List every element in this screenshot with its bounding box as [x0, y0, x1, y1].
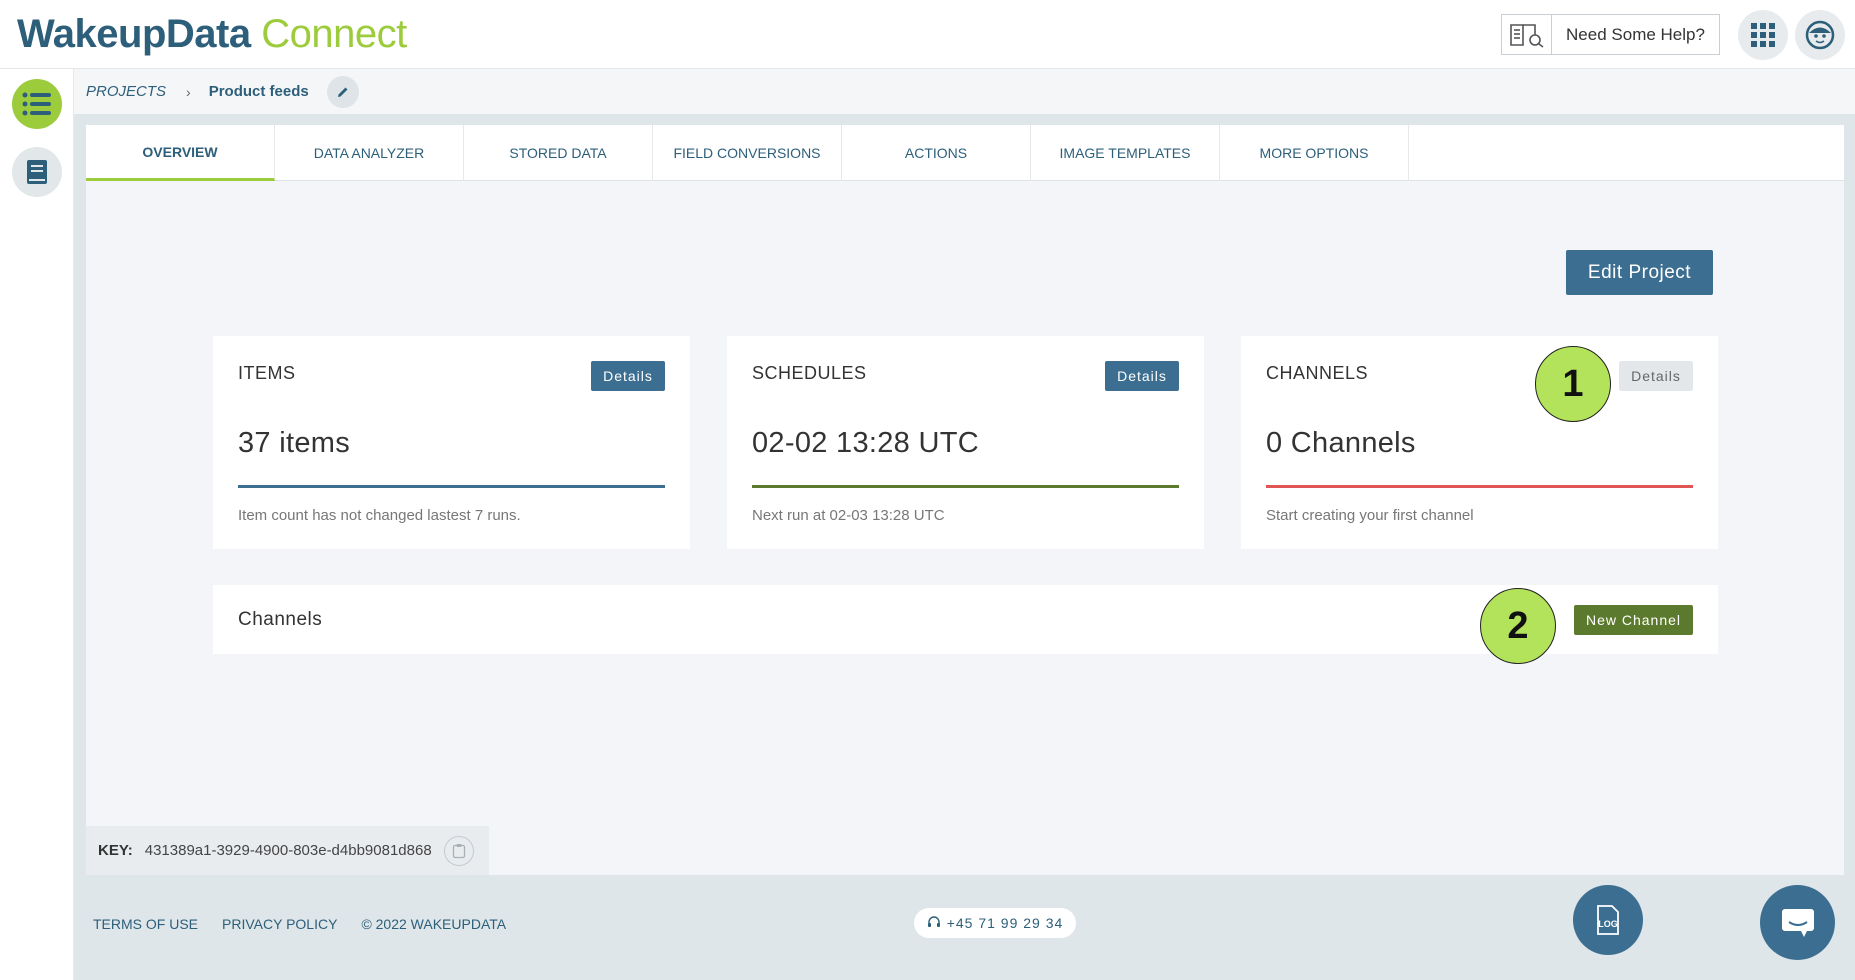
help-label: Need Some Help?	[1566, 24, 1705, 44]
logo-wakeupdata: WakeupData	[17, 12, 251, 56]
channels-section-title: Channels	[238, 609, 323, 630]
headset-icon	[927, 916, 940, 927]
logo[interactable]: WakeupData Connect	[17, 12, 407, 57]
schedules-last-run: 02-02 13:28 UTC	[752, 427, 979, 459]
new-channel-button[interactable]: New Channel	[1574, 605, 1693, 635]
annotation-marker-2: 2	[1480, 588, 1556, 664]
schedules-card-title: SCHEDULES	[752, 363, 867, 383]
tab-stored-data[interactable]: STORED DATA	[464, 125, 653, 181]
schedules-note: Next run at 02-03 13:28 UTC	[752, 507, 945, 524]
items-card-title: ITEMS	[238, 363, 296, 383]
content-panel: OVERVIEW DATA ANALYZER STORED DATA FIELD…	[86, 125, 1844, 875]
edit-project-button[interactable]: Edit Project	[1566, 250, 1713, 295]
items-note: Item count has not changed lastest 7 run…	[238, 507, 521, 524]
breadcrumb-projects[interactable]: PROJECTS	[86, 83, 166, 100]
svg-text:LOG: LOG	[1598, 919, 1618, 929]
items-count: 37 items	[238, 427, 350, 459]
tab-data-analyzer[interactable]: DATA ANALYZER	[275, 125, 464, 181]
key-value: 431389a1-3929-4900-803e-d4bb9081d868	[144, 842, 432, 859]
schedules-divider	[752, 485, 1179, 488]
support-phone[interactable]: +45 71 99 29 34	[914, 908, 1076, 938]
book-icon	[27, 160, 47, 184]
log-button[interactable]: LOG	[1573, 885, 1643, 955]
apps-grid-icon	[1751, 23, 1775, 47]
schedules-card: SCHEDULES Details 02-02 13:28 UTC Next r…	[727, 336, 1204, 549]
logo-connect: Connect	[261, 12, 407, 56]
docs-button[interactable]	[12, 147, 62, 197]
help-button[interactable]: Need Some Help?	[1501, 14, 1720, 55]
chat-bubble-icon	[1781, 908, 1814, 937]
left-sidebar	[0, 69, 74, 980]
tab-overview[interactable]: OVERVIEW	[86, 125, 275, 181]
pencil-icon	[337, 87, 348, 97]
items-card: ITEMS Details 37 items Item count has no…	[213, 336, 690, 549]
tab-more-options[interactable]: MORE OPTIONS	[1220, 125, 1409, 181]
tab-bar: OVERVIEW DATA ANALYZER STORED DATA FIELD…	[86, 125, 1844, 181]
channels-count: 0 Channels	[1266, 427, 1416, 459]
channels-card: CHANNELS Details 0 Channels Start creati…	[1241, 336, 1718, 549]
footer-links: TERMS OF USE PRIVACY POLICY © 2022 WAKEU…	[93, 916, 506, 932]
copyright-text: © 2022 WAKEUPDATA	[361, 916, 507, 932]
support-phone-number: +45 71 99 29 34	[946, 915, 1064, 931]
channels-card-title: CHANNELS	[1266, 363, 1369, 383]
book-search-icon	[1502, 15, 1552, 54]
clipboard-icon	[452, 843, 465, 858]
chevron-right-icon: ›	[186, 83, 191, 100]
log-icon: LOG	[1597, 905, 1619, 935]
privacy-link[interactable]: PRIVACY POLICY	[222, 916, 337, 932]
terms-link[interactable]: TERMS OF USE	[93, 916, 198, 932]
top-header: WakeupData Connect Need Some Help?	[0, 0, 1855, 69]
copy-key-button[interactable]	[443, 835, 474, 866]
channels-details-button[interactable]: Details	[1619, 361, 1693, 391]
tab-actions[interactable]: ACTIONS	[842, 125, 1031, 181]
avatar-icon	[1805, 20, 1835, 50]
items-divider	[238, 485, 665, 488]
project-key-bar: KEY: 431389a1-3929-4900-803e-d4bb9081d86…	[86, 826, 489, 875]
apps-grid-button[interactable]	[1738, 10, 1788, 60]
channels-divider	[1266, 485, 1693, 488]
edit-project-name-button[interactable]	[326, 75, 359, 108]
projects-list-button[interactable]	[12, 79, 62, 129]
annotation-marker-1: 1	[1535, 346, 1611, 422]
key-label: KEY:	[98, 842, 133, 859]
user-avatar-button[interactable]	[1795, 10, 1845, 60]
chat-button[interactable]	[1760, 885, 1835, 960]
tab-image-templates[interactable]: IMAGE TEMPLATES	[1031, 125, 1220, 181]
list-icon	[22, 92, 51, 116]
items-details-button[interactable]: Details	[591, 361, 665, 391]
tab-field-conversions[interactable]: FIELD CONVERSIONS	[653, 125, 842, 181]
schedules-details-button[interactable]: Details	[1105, 361, 1179, 391]
breadcrumb-current: Product feeds	[208, 83, 309, 100]
channels-note: Start creating your first channel	[1266, 507, 1474, 524]
breadcrumb: PROJECTS › Product feeds	[74, 69, 1855, 114]
main-area: PROJECTS › Product feeds OVERVIEW DATA A…	[74, 69, 1855, 980]
